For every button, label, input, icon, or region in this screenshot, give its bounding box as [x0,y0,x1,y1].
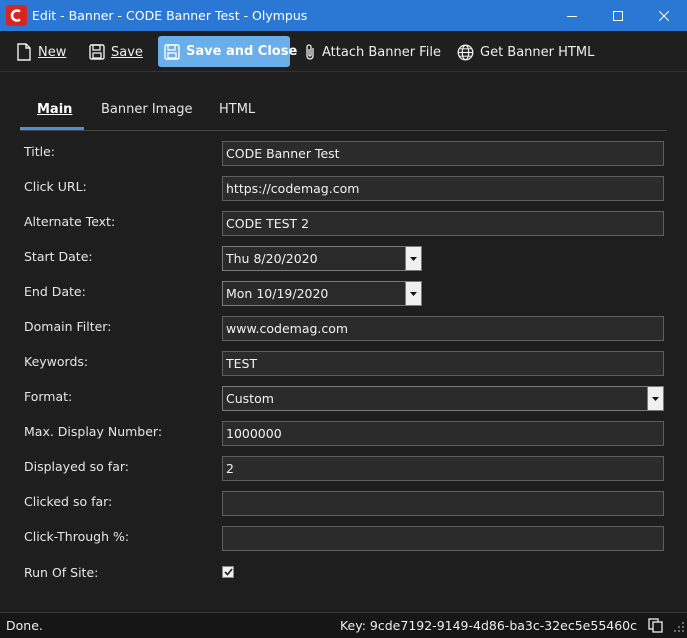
get-banner-html-button[interactable]: Get Banner HTML [451,37,600,67]
new-label: New [38,44,67,60]
format-label: Format: [24,389,73,404]
save-and-close-button[interactable]: Save and Close [158,36,297,67]
chevron-down-icon[interactable] [405,282,421,305]
attach-banner-file-button[interactable]: Attach Banner File [298,37,447,67]
tab-strip: Main Banner Image HTML [20,96,667,131]
new-button[interactable]: New [10,37,72,67]
chevron-down-icon[interactable] [647,387,663,410]
start-date-value: Thu 8/20/2020 [226,251,318,266]
minimize-button[interactable] [549,0,595,31]
clicked-so-far-input[interactable] [222,491,664,516]
keywords-label: Keywords: [24,354,89,369]
save-icon [89,44,105,60]
banner-key-text: Key: 9cde7192-9149-4d86-ba3c-32ec5e55460… [339,618,637,633]
click-through-input[interactable] [222,526,664,551]
checkmark-icon [223,568,233,576]
keywords-input[interactable]: TEST [222,351,664,376]
get-banner-html-label: Get Banner HTML [480,44,595,60]
save-and-close-label: Save and Close [186,44,298,59]
status-bar: Done. Key: 9cde7192-9149-4d86-ba3c-32ec5… [0,612,687,638]
run-of-site-checkbox[interactable] [222,566,234,578]
run-of-site-label: Run Of Site: [24,565,99,580]
alternate-text-input[interactable]: CODE TEST 2 [222,211,664,236]
title-bar: Edit - Banner - CODE Banner Test - Olymp… [0,0,687,31]
start-date-picker[interactable]: Thu 8/20/2020 [222,246,422,271]
format-select[interactable]: Custom [222,386,664,411]
alternate-text-label: Alternate Text: [24,214,116,229]
tab-main[interactable]: Main [37,102,72,117]
globe-icon [457,44,474,60]
max-display-number-label: Max. Display Number: [24,424,163,439]
window-title: Edit - Banner - CODE Banner Test - Olymp… [32,8,308,23]
maximize-icon [613,10,623,21]
max-display-number-input[interactable]: 1000000 [222,421,664,446]
tab-banner-image[interactable]: Banner Image [101,102,193,117]
paperclip-icon [306,44,314,60]
click-url-input[interactable]: https://codemag.com [222,176,664,201]
maximize-button[interactable] [595,0,641,31]
toolbar: New Save Save and Close Attach Banner Fi… [0,31,687,72]
domain-filter-input[interactable]: www.codemag.com [222,316,664,341]
app-logo-icon [6,5,27,26]
close-icon [659,10,669,21]
new-document-icon [17,43,31,61]
format-value: Custom [226,391,274,406]
attach-banner-file-label: Attach Banner File [322,44,441,60]
resize-grip-icon[interactable] [673,621,685,633]
end-date-value: Mon 10/19/2020 [226,286,329,301]
chevron-down-icon[interactable] [405,247,421,270]
end-date-label: End Date: [24,284,86,299]
displayed-so-far-input[interactable]: 2 [222,456,664,481]
tab-html[interactable]: HTML [219,102,255,117]
title-input[interactable]: CODE Banner Test [222,141,664,166]
clicked-so-far-label: Clicked so far: [24,494,113,509]
close-button[interactable] [641,0,687,31]
copy-icon[interactable] [648,618,663,633]
active-tab-indicator [20,127,84,130]
click-through-label: Click-Through %: [24,529,130,544]
save-icon [164,43,180,60]
end-date-picker[interactable]: Mon 10/19/2020 [222,281,422,306]
save-button[interactable]: Save [83,37,149,67]
minimize-icon [567,15,577,17]
displayed-so-far-label: Displayed so far: [24,459,129,474]
status-text: Done. [6,618,43,633]
click-url-label: Click URL: [24,179,87,194]
save-label: Save [111,44,143,60]
domain-filter-label: Domain Filter: [24,319,112,334]
title-label: Title: [24,144,55,159]
start-date-label: Start Date: [24,249,93,264]
